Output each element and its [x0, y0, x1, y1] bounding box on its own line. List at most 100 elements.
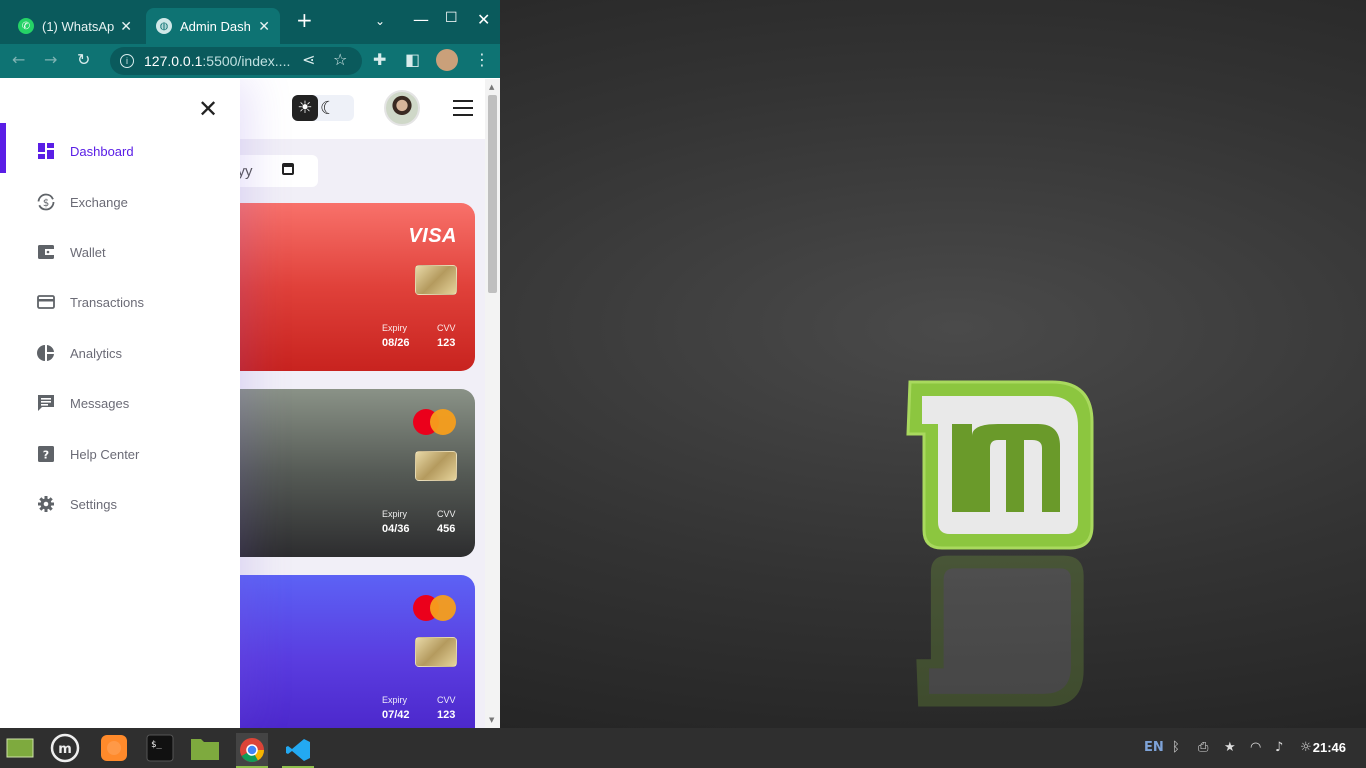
tab-search-chevron-icon[interactable]: ⌄ — [375, 14, 385, 28]
theme-toggle[interactable]: ☀ ☾ — [292, 95, 354, 121]
expiry-label: Expiry — [382, 509, 408, 519]
svg-text:$_: $_ — [151, 740, 162, 750]
expiry-value: 04/36 — [382, 523, 410, 535]
reload-icon[interactable]: ↻ — [77, 50, 90, 69]
dashboard-page: ☀ ☾ yyy VISA Expiry 08/26 CVV 123 Expiry… — [0, 79, 485, 728]
sidebar-item-settings[interactable]: Settings — [0, 482, 240, 526]
tab-label: Admin Dash — [180, 18, 251, 34]
expiry-label: Expiry — [382, 695, 408, 705]
exchange-icon: $ — [36, 192, 56, 212]
sidebar-item-label: Wallet — [70, 244, 106, 260]
printer-icon[interactable]: ⎙ — [1198, 740, 1208, 755]
sidebar-item-analytics[interactable]: Analytics — [0, 331, 240, 375]
tab-label: (1) WhatsAp — [42, 18, 115, 34]
site-info-icon[interactable]: i — [120, 54, 134, 68]
sidebar-item-wallet[interactable]: Wallet — [0, 230, 240, 274]
scroll-down-arrow-icon[interactable]: ▼ — [489, 716, 494, 724]
sidebar-item-label: Analytics — [70, 345, 123, 361]
sidebar-item-label: Transactions — [70, 294, 144, 310]
scrollbar-thumb[interactable] — [488, 95, 497, 293]
back-arrow-icon[interactable]: ← — [12, 50, 25, 69]
visa-logo: VISA — [408, 225, 457, 247]
sidebar-item-label: Settings — [70, 496, 117, 512]
vscode-icon[interactable] — [282, 733, 314, 768]
svg-text:$: $ — [43, 198, 49, 209]
url-path: :5500/index.... — [202, 53, 291, 69]
gear-icon — [36, 494, 56, 514]
scroll-up-arrow-icon[interactable]: ▲ — [489, 83, 494, 91]
help-icon: ? — [36, 444, 56, 464]
url-host: 127.0.0.1 — [144, 53, 203, 69]
keyboard-language[interactable]: EN — [1144, 740, 1164, 755]
address-bar[interactable]: i 127.0.0.1:5500/index.... — [110, 47, 362, 75]
wallet-icon — [36, 242, 56, 262]
bookmark-star-icon[interactable]: ☆ — [333, 50, 347, 69]
close-sidebar-icon[interactable]: ✕ — [198, 95, 218, 123]
brightness-icon[interactable]: ☼ — [1300, 740, 1312, 755]
volume-icon[interactable]: ♪ — [1275, 740, 1283, 755]
sidebar-nav: ✕ Dashboard $ Exchange Wallet Transactio… — [0, 79, 240, 728]
close-tab-icon[interactable]: ✕ — [258, 18, 270, 35]
close-window-button[interactable]: ✕ — [477, 10, 490, 29]
side-panel-icon[interactable]: ◧ — [405, 50, 420, 69]
terminal-icon[interactable]: $_ — [145, 733, 175, 763]
new-tab-button[interactable]: + — [296, 8, 313, 32]
clock[interactable]: 21:46 — [1313, 740, 1346, 755]
cvv-value: 123 — [437, 709, 456, 721]
cvv-value: 123 — [437, 337, 456, 349]
mint-menu-icon[interactable]: m — [50, 733, 80, 763]
browser-toolbar: ← → ↻ i 127.0.0.1:5500/index.... ⋖ ☆ ✚ ◧… — [0, 44, 500, 78]
taskbar: m $_ EN ᛒ ⎙ ★ ◠ ♪ ☼ 21:46 — [0, 728, 1366, 768]
user-avatar[interactable] — [384, 90, 420, 126]
tab-admin-dashboard[interactable]: ◍ Admin Dash ✕ — [146, 8, 280, 44]
message-icon — [36, 393, 56, 413]
pie-chart-icon — [36, 343, 56, 363]
browser-menu-icon[interactable]: ⋮ — [474, 50, 490, 69]
sidebar-item-help-center[interactable]: ? Help Center — [0, 432, 240, 476]
sidebar-item-label: Exchange — [70, 194, 128, 210]
mastercard-logo — [413, 595, 457, 621]
page-scrollbar[interactable]: ▲ ▼ — [485, 79, 500, 728]
share-icon[interactable]: ⋖ — [302, 50, 315, 69]
bluetooth-icon[interactable]: ᛒ — [1172, 740, 1180, 755]
sidebar-item-label: Messages — [70, 395, 130, 411]
wifi-icon[interactable]: ◠ — [1250, 740, 1261, 755]
svg-text:?: ? — [43, 449, 49, 462]
card-chip-icon — [415, 637, 457, 667]
cvv-value: 456 — [437, 523, 456, 535]
expiry-value: 07/42 — [382, 709, 410, 721]
maximize-button[interactable]: ☐ — [445, 10, 458, 26]
files-folder-icon[interactable] — [190, 733, 220, 763]
sidebar-item-dashboard[interactable]: Dashboard — [0, 123, 240, 173]
sidebar-item-messages[interactable]: Messages — [0, 381, 240, 425]
sidebar-item-label: Dashboard — [70, 143, 134, 159]
chrome-icon[interactable] — [236, 733, 268, 768]
sidebar-item-exchange[interactable]: $ Exchange — [0, 180, 240, 224]
svg-text:m: m — [58, 742, 72, 757]
browser-window: ✆ (1) WhatsAp ✕ ◍ Admin Dash ✕ + ⌄ — ☐ ✕… — [0, 0, 500, 728]
show-desktop-icon[interactable] — [5, 733, 35, 763]
forward-arrow-icon[interactable]: → — [44, 50, 57, 69]
cvv-label: CVV — [437, 323, 456, 333]
sun-icon[interactable]: ☀ — [292, 95, 318, 121]
close-tab-icon[interactable]: ✕ — [120, 18, 132, 35]
card-chip-icon — [415, 265, 457, 295]
calendar-icon[interactable] — [282, 163, 294, 175]
sidebar-item-transactions[interactable]: Transactions — [0, 280, 240, 324]
tab-strip: ✆ (1) WhatsAp ✕ ◍ Admin Dash ✕ + ⌄ — ☐ ✕ — [0, 0, 500, 44]
firefox-icon[interactable] — [99, 733, 129, 763]
expiry-label: Expiry — [382, 323, 408, 333]
dashboard-icon — [36, 141, 56, 161]
credit-card-icon — [36, 292, 56, 312]
extensions-puzzle-icon[interactable]: ✚ — [373, 50, 386, 69]
moon-icon[interactable]: ☾ — [320, 98, 336, 119]
hamburger-menu-icon[interactable] — [453, 100, 473, 121]
minimize-button[interactable]: — — [413, 10, 429, 29]
star-icon[interactable]: ★ — [1224, 740, 1236, 755]
tab-whatsapp[interactable]: ✆ (1) WhatsAp ✕ — [8, 8, 142, 44]
whatsapp-icon: ✆ — [18, 18, 34, 34]
profile-avatar-icon[interactable] — [436, 49, 458, 71]
cvv-label: CVV — [437, 695, 456, 705]
linux-mint-logo — [906, 380, 1094, 550]
sidebar-item-label: Help Center — [70, 446, 140, 462]
